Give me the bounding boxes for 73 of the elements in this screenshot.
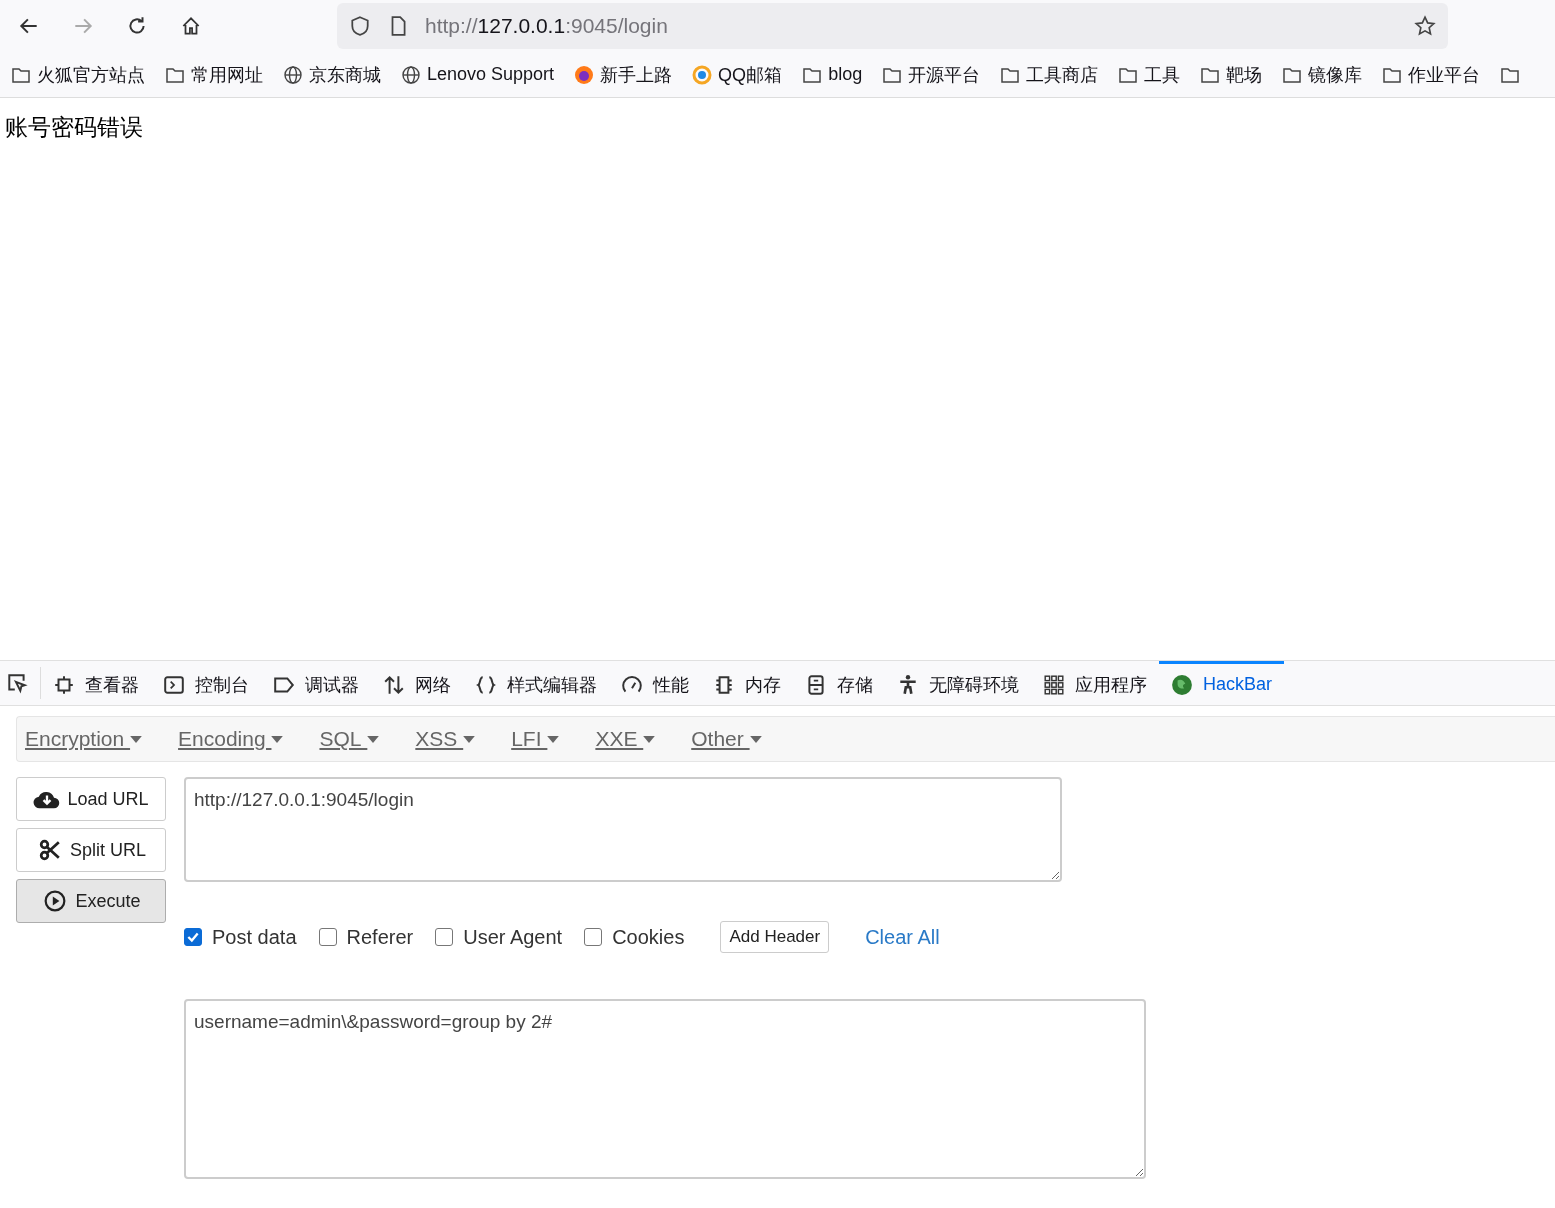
checkbox[interactable] — [584, 928, 603, 946]
bookmark-item[interactable]: 新手上路 — [600, 62, 673, 87]
shield-icon[interactable] — [349, 15, 371, 37]
chip-icon — [53, 673, 75, 696]
bookmark-item[interactable]: 常用网址 — [191, 62, 263, 87]
caret-icon — [367, 735, 380, 743]
checkbox-label[interactable]: Referer — [346, 925, 414, 949]
bookmark-item[interactable]: 工具 — [1144, 62, 1181, 87]
devtools-tab[interactable]: HackBar — [1159, 661, 1285, 705]
devtools-tab[interactable]: 查看器 — [41, 661, 151, 705]
bookmark-item[interactable]: QQ邮箱 — [718, 62, 783, 87]
devtools-tab[interactable]: 应用程序 — [1031, 661, 1159, 705]
devtools-tab[interactable]: 存储 — [793, 661, 885, 705]
qq-icon — [692, 64, 713, 85]
bookmark-item[interactable]: 作业平台 — [1408, 62, 1481, 87]
post-data-field[interactable]: username=admin\&password=group by 2# — [184, 999, 1146, 1179]
menu-dropdown[interactable]: Encoding — [178, 727, 284, 751]
bookmark-item[interactable]: 工具商店 — [1026, 62, 1099, 87]
checkbox[interactable] — [184, 928, 202, 946]
checkbox[interactable] — [435, 928, 454, 946]
firefox-icon — [574, 64, 595, 85]
devtools-tab[interactable]: 控制台 — [151, 661, 261, 705]
globe-logo-icon — [1171, 673, 1193, 696]
menu-dropdown[interactable]: Other — [691, 727, 762, 751]
caret-icon — [130, 735, 143, 743]
checkbox-label[interactable]: Cookies — [612, 925, 685, 949]
checkbox[interactable] — [318, 928, 337, 946]
cabinet-icon — [805, 673, 827, 696]
menu-dropdown[interactable]: XSS — [415, 727, 476, 751]
url-field[interactable]: http://127.0.0.1:9045/login — [184, 777, 1062, 882]
address-bar[interactable]: http://127.0.0.1:9045/login — [337, 3, 1448, 49]
caret-icon — [547, 735, 560, 743]
clear-all-link[interactable]: Clear All — [865, 925, 940, 949]
devtools-tab[interactable]: 内存 — [701, 661, 793, 705]
error-message: 账号密码错误 — [5, 113, 143, 142]
action-button[interactable]: Execute — [16, 879, 166, 923]
caret-icon — [749, 735, 762, 743]
devtools-tab[interactable]: 调试器 — [261, 661, 371, 705]
bookmark-item[interactable]: 靶场 — [1226, 62, 1263, 87]
up-down-arrows-icon — [383, 673, 405, 696]
bookmark-item[interactable]: Lenovo Support — [427, 64, 555, 85]
globe-icon — [401, 64, 421, 85]
memory-chip-icon — [713, 673, 735, 696]
menu-dropdown[interactable]: SQL — [319, 727, 380, 751]
console-icon — [163, 673, 185, 696]
home-icon[interactable] — [180, 15, 202, 37]
menu-dropdown[interactable]: Encryption — [25, 727, 143, 751]
devtools-tab[interactable]: 样式编辑器 — [463, 661, 609, 705]
checkbox-label[interactable]: Post data — [212, 925, 297, 949]
action-button[interactable]: Split URL — [16, 828, 166, 872]
globe-icon — [283, 64, 303, 85]
devtools-tab[interactable]: 无障碍环境 — [885, 661, 1031, 705]
caret-icon — [643, 735, 656, 743]
menu-dropdown[interactable]: XXE — [595, 727, 656, 751]
action-button[interactable]: Load URL — [16, 777, 166, 821]
menu-dropdown[interactable]: LFI — [511, 727, 560, 751]
star-icon[interactable] — [1414, 15, 1436, 37]
element-picker-icon[interactable] — [6, 672, 28, 694]
bookmark-item[interactable]: 镜像库 — [1308, 62, 1363, 87]
grid-icon — [1043, 673, 1065, 696]
url-text: http://127.0.0.1:9045/login — [425, 14, 669, 38]
person-icon — [897, 673, 919, 696]
bookmark-item[interactable]: 京东商城 — [309, 62, 381, 87]
bookmark-item[interactable]: 火狐官方站点 — [37, 62, 145, 87]
caret-icon — [271, 735, 284, 743]
braces-icon — [475, 673, 497, 696]
bookmark-item[interactable]: blog — [828, 64, 863, 85]
devtools-tab[interactable]: 性能 — [609, 661, 701, 705]
checkbox-label[interactable]: User Agent — [463, 925, 563, 949]
devtools-tab[interactable]: 网络 — [371, 661, 463, 705]
caret-icon — [463, 735, 476, 743]
add-header-button[interactable]: Add Header — [720, 921, 830, 953]
bookmark-item[interactable]: 开源平台 — [908, 62, 981, 87]
